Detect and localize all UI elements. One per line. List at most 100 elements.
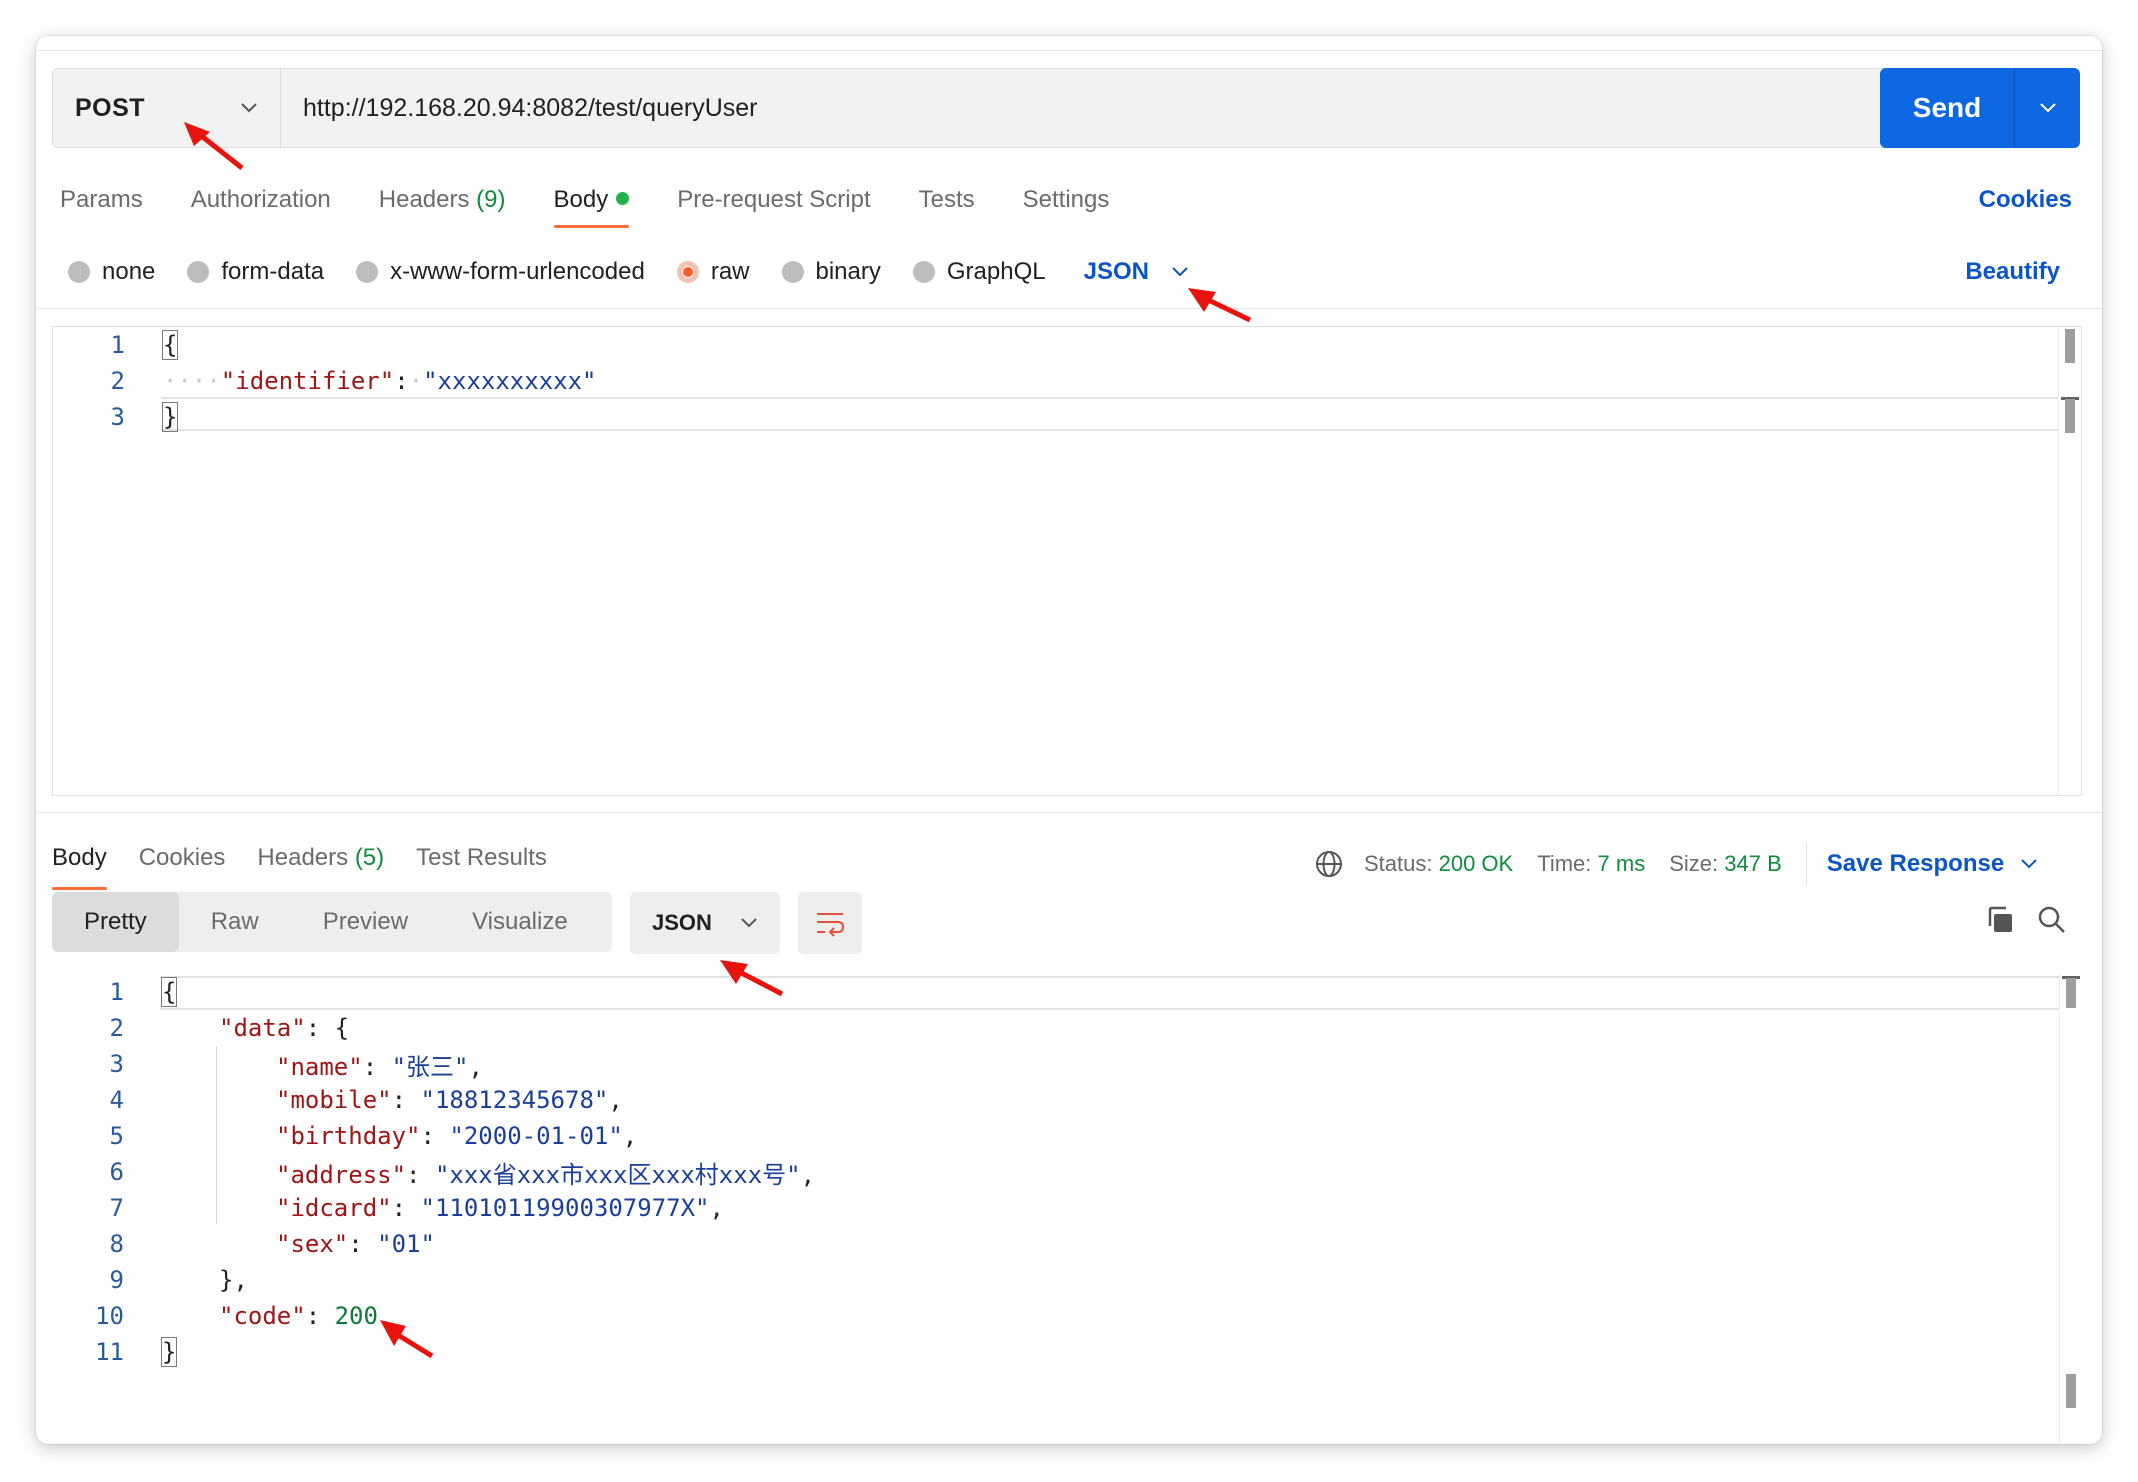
beautify-button[interactable]: Beautify [1965, 258, 2060, 286]
code-text: } [160, 1337, 178, 1367]
code-line: 7 "idcard": "11010119900307977X", [52, 1190, 724, 1226]
view-raw[interactable]: Raw [179, 892, 291, 952]
body-type-radios: none form-data x-www-form-urlencoded raw… [68, 258, 1189, 286]
raw-format-select[interactable]: JSON [1084, 258, 1189, 286]
send-options-button[interactable] [2015, 68, 2080, 148]
chevron-down-icon [1172, 267, 1188, 277]
radio-none[interactable]: none [68, 258, 155, 286]
chevron-down-icon [241, 103, 257, 113]
response-tab-cookies[interactable]: Cookies [139, 844, 226, 872]
radio-binary[interactable]: binary [781, 258, 881, 286]
radio-icon [912, 261, 935, 283]
globe-icon[interactable] [1314, 849, 1344, 879]
copy-icon [1988, 906, 2012, 932]
size-info[interactable]: Size: 347 B [1669, 851, 1782, 877]
url-text: http://192.168.20.94:8082/test/queryUser [303, 93, 758, 122]
radio-icon [68, 261, 90, 283]
tab-headers-label: Headers [378, 186, 470, 213]
code-line: 9}, [52, 1262, 248, 1298]
response-format-label: JSON [652, 910, 712, 935]
view-preview[interactable]: Preview [291, 892, 440, 952]
status-info[interactable]: Status: 200 OK [1364, 851, 1513, 877]
status-value: 200 OK [1438, 851, 1514, 876]
line-number: 5 [109, 1122, 124, 1150]
radio-icon [356, 261, 379, 283]
code-line: 2 ····"identifier":·"xxxxxxxxxx" [53, 363, 597, 399]
save-response-label: Save Response [1826, 850, 2005, 877]
radio-raw[interactable]: raw [676, 258, 750, 286]
radio-checked-icon [676, 261, 699, 283]
response-format-select[interactable]: JSON [630, 892, 780, 954]
wrap-lines-button[interactable] [798, 892, 862, 954]
line-number: 7 [109, 1194, 124, 1222]
response-tabs: Body Cookies Headers (5) Test Results [52, 844, 579, 890]
tab-tests[interactable]: Tests [919, 186, 975, 246]
view-pretty[interactable]: Pretty [52, 892, 179, 952]
code-text: "data": { [219, 1014, 350, 1042]
scrollbar-thumb[interactable] [2066, 978, 2076, 1008]
response-viewer-scrollbar[interactable] [2059, 974, 2082, 1444]
code-line: 3 "name": "张三", [52, 1046, 483, 1082]
cookies-link[interactable]: Cookies [1979, 186, 2072, 214]
line-number: 11 [95, 1338, 124, 1366]
chevron-down-icon [2021, 859, 2037, 869]
tab-authorization[interactable]: Authorization [191, 186, 331, 246]
request-editor-scrollbar[interactable] [2058, 327, 2081, 795]
radio-label: GraphQL [946, 258, 1046, 285]
scrollbar-thumb [2066, 1374, 2076, 1408]
code-text: "sex": "01" [276, 1230, 435, 1258]
save-response-button[interactable]: Save Response [1827, 850, 2038, 878]
url-input[interactable]: http://192.168.20.94:8082/test/queryUser [281, 69, 1899, 147]
request-url-bar: POST http://192.168.20.94:8082/test/quer… [52, 68, 1900, 148]
code-text: "address": "xxx省xxx市xxx区xxx村xxx号", [276, 1160, 816, 1189]
code-text: "code": 200 [219, 1302, 378, 1330]
response-body-viewer[interactable]: 1{2 "data": {3 "name": "张三", 4 "mobile": "18… [52, 974, 2082, 1444]
radio-label: none [102, 258, 156, 285]
annotation-arrow-icon [1188, 288, 1252, 323]
tab-pre-request-script[interactable]: Pre-request Script [677, 186, 870, 246]
send-button[interactable]: Send [1880, 68, 2015, 148]
radio-graphql[interactable]: GraphQL [912, 258, 1046, 286]
annotation-arrow-icon [380, 1320, 434, 1359]
tab-settings[interactable]: Settings [1023, 186, 1110, 246]
code-line: 1{ [52, 974, 178, 1010]
radio-label: raw [710, 258, 750, 285]
search-response-button[interactable] [2032, 900, 2072, 940]
response-tab-headers[interactable]: Headers (5) [257, 844, 384, 872]
raw-format-label: JSON [1083, 258, 1149, 285]
line-number: 6 [109, 1158, 124, 1186]
copy-response-button[interactable] [1980, 900, 2020, 940]
tab-params[interactable]: Params [60, 186, 143, 246]
top-divider [36, 50, 2102, 51]
tab-headers[interactable]: Headers (9) [379, 186, 506, 246]
line-number: 9 [109, 1266, 124, 1294]
line-number: 2 [110, 367, 125, 395]
request-body-editor[interactable]: 1 { 2 ····"identifier":·"xxxxxxxxxx" 3 } [52, 326, 2082, 796]
tab-body[interactable]: Body [553, 186, 630, 246]
response-tab-body[interactable]: Body [52, 844, 107, 890]
chevron-down-icon [2039, 103, 2056, 113]
code-text: { [160, 977, 178, 1007]
line-number: 3 [110, 403, 125, 431]
method-label: POST [75, 93, 146, 122]
line-number: 1 [109, 978, 124, 1006]
scrollbar-thumb[interactable] [2065, 329, 2075, 363]
line-number: 1 [110, 331, 125, 359]
line-number: 2 [109, 1014, 124, 1042]
postman-window: POST http://192.168.20.94:8082/test/quer… [36, 36, 2102, 1444]
radio-form-data[interactable]: form-data [187, 258, 324, 286]
code-line: 2 "data": { [52, 1010, 350, 1046]
code-line: 8 "sex": "01" [52, 1226, 435, 1262]
code-line: 10 "code": 200 [52, 1298, 378, 1334]
response-tab-test-results[interactable]: Test Results [416, 844, 547, 872]
radio-x-www-form-urlencoded[interactable]: x-www-form-urlencoded [356, 258, 645, 286]
radio-label: form-data [221, 258, 325, 285]
size-value: 347 B [1724, 851, 1782, 876]
send-button-group: Send [1880, 68, 2080, 148]
time-info[interactable]: Time: 7 ms [1537, 851, 1645, 877]
line-number: 3 [109, 1050, 124, 1078]
view-visualize[interactable]: Visualize [440, 892, 600, 952]
time-value: 7 ms [1597, 851, 1646, 876]
code-text: "mobile": "18812345678", [276, 1086, 623, 1114]
scrollbar-thumb [2065, 399, 2075, 433]
